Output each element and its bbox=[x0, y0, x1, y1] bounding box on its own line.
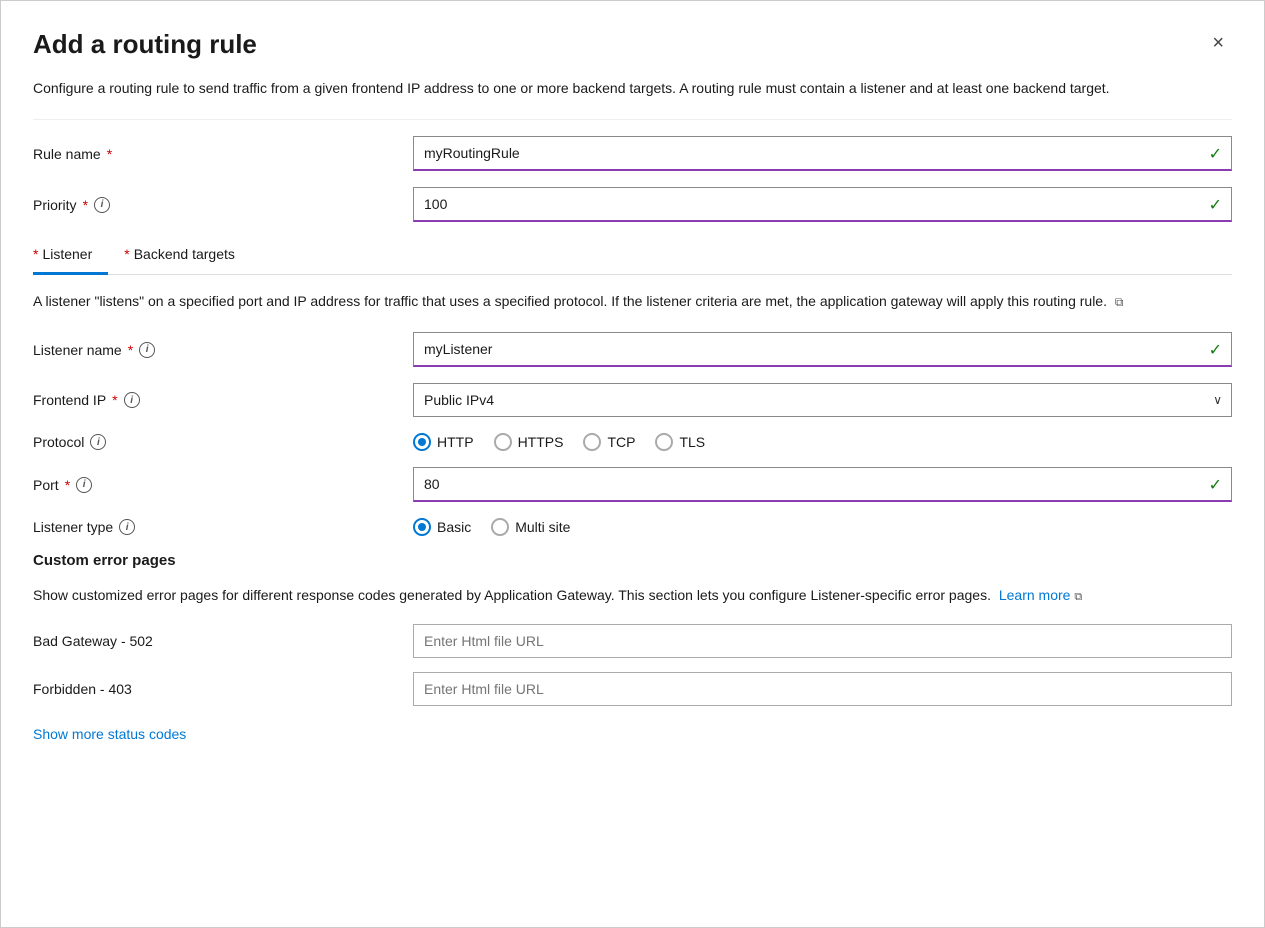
protocol-radio-group: HTTP HTTPS TCP TLS bbox=[413, 433, 1232, 451]
priority-label: Priority * i bbox=[33, 197, 413, 213]
listener-type-label: Listener type i bbox=[33, 519, 413, 535]
frontend-ip-label: Frontend IP * i bbox=[33, 392, 413, 408]
tab-listener[interactable]: * Listener bbox=[33, 238, 108, 275]
custom-error-desc-text: Show customized error pages for differen… bbox=[33, 587, 991, 603]
frontend-ip-row: Frontend IP * i Public IPv4 Private IPv4… bbox=[33, 383, 1232, 417]
custom-error-desc: Show customized error pages for differen… bbox=[33, 579, 1232, 606]
protocol-tls-label: TLS bbox=[679, 434, 705, 450]
priority-row: Priority * i ✓ bbox=[33, 187, 1232, 222]
protocol-info-icon: i bbox=[90, 434, 106, 450]
tab-backend-required: * bbox=[124, 246, 129, 262]
forbidden-row: Forbidden - 403 bbox=[33, 672, 1232, 706]
port-input[interactable] bbox=[413, 467, 1232, 502]
protocol-https-label: HTTPS bbox=[518, 434, 564, 450]
listener-desc-text: A listener "listens" on a specified port… bbox=[33, 293, 1107, 309]
protocol-https-radio[interactable] bbox=[494, 433, 512, 451]
listener-name-label: Listener name * i bbox=[33, 342, 413, 358]
rule-name-label-text: Rule name bbox=[33, 146, 101, 162]
dialog-header: Add a routing rule × bbox=[33, 29, 1232, 60]
forbidden-label: Forbidden - 403 bbox=[33, 681, 413, 697]
protocol-tcp-radio[interactable] bbox=[583, 433, 601, 451]
port-info-icon: i bbox=[76, 477, 92, 493]
custom-error-title: Custom error pages bbox=[33, 552, 1232, 569]
divider-1 bbox=[33, 119, 1232, 120]
learn-more-link[interactable]: Learn more bbox=[999, 585, 1071, 606]
protocol-label: Protocol i bbox=[33, 434, 413, 450]
listener-type-basic-label: Basic bbox=[437, 519, 471, 535]
listener-type-info-icon: i bbox=[119, 519, 135, 535]
protocol-row: Protocol i HTTP HTTPS TCP TLS bbox=[33, 433, 1232, 451]
listener-name-required: * bbox=[128, 342, 133, 358]
frontend-ip-control: Public IPv4 Private IPv4 ∨ bbox=[413, 383, 1232, 417]
priority-check-icon: ✓ bbox=[1209, 195, 1222, 215]
priority-label-text: Priority bbox=[33, 197, 77, 213]
priority-required: * bbox=[83, 197, 88, 213]
protocol-tcp-option[interactable]: TCP bbox=[583, 433, 635, 451]
listener-desc: A listener "listens" on a specified port… bbox=[33, 291, 1232, 312]
listener-name-input[interactable] bbox=[413, 332, 1232, 367]
protocol-label-text: Protocol bbox=[33, 434, 84, 450]
frontend-ip-required: * bbox=[112, 392, 117, 408]
listener-name-control: ✓ bbox=[413, 332, 1232, 367]
listener-type-multisite-radio[interactable] bbox=[491, 518, 509, 536]
protocol-tls-radio[interactable] bbox=[655, 433, 673, 451]
priority-info-icon: i bbox=[94, 197, 110, 213]
tab-listener-label: Listener bbox=[42, 246, 92, 262]
tabs-row: * Listener * Backend targets bbox=[33, 238, 1232, 275]
bad-gateway-label: Bad Gateway - 502 bbox=[33, 633, 413, 649]
custom-error-section: Custom error pages Show customized error… bbox=[33, 552, 1232, 744]
listener-type-multisite-option[interactable]: Multi site bbox=[491, 518, 570, 536]
port-label-text: Port bbox=[33, 477, 59, 493]
intro-text: Configure a routing rule to send traffic… bbox=[33, 78, 1232, 99]
add-routing-rule-dialog: Add a routing rule × Configure a routing… bbox=[0, 0, 1265, 928]
forbidden-input[interactable] bbox=[413, 672, 1232, 706]
frontend-ip-info-icon: i bbox=[124, 392, 140, 408]
rule-name-label: Rule name * bbox=[33, 146, 413, 162]
port-label: Port * i bbox=[33, 477, 413, 493]
rule-name-check-icon: ✓ bbox=[1209, 144, 1222, 164]
show-more-status-codes-link[interactable]: Show more status codes bbox=[33, 726, 186, 742]
listener-name-row: Listener name * i ✓ bbox=[33, 332, 1232, 367]
listener-type-basic-option[interactable]: Basic bbox=[413, 518, 471, 536]
rule-name-required: * bbox=[107, 146, 112, 162]
protocol-http-radio[interactable] bbox=[413, 433, 431, 451]
listener-name-label-text: Listener name bbox=[33, 342, 122, 358]
rule-name-input[interactable] bbox=[413, 136, 1232, 171]
protocol-http-option[interactable]: HTTP bbox=[413, 433, 474, 451]
listener-name-info-icon: i bbox=[139, 342, 155, 358]
tab-backend-label: Backend targets bbox=[134, 246, 235, 262]
port-control: ✓ bbox=[413, 467, 1232, 502]
learn-more-ext-icon: ⧉ bbox=[1074, 591, 1082, 603]
bad-gateway-input[interactable] bbox=[413, 624, 1232, 658]
protocol-tls-option[interactable]: TLS bbox=[655, 433, 705, 451]
tab-backend-targets[interactable]: * Backend targets bbox=[124, 238, 251, 275]
rule-name-control: ✓ bbox=[413, 136, 1232, 171]
rule-name-row: Rule name * ✓ bbox=[33, 136, 1232, 171]
dialog-title: Add a routing rule bbox=[33, 29, 257, 60]
listener-type-basic-radio[interactable] bbox=[413, 518, 431, 536]
protocol-tcp-label: TCP bbox=[607, 434, 635, 450]
listener-type-row: Listener type i Basic Multi site bbox=[33, 518, 1232, 536]
tab-listener-required: * bbox=[33, 246, 38, 262]
listener-name-check-icon: ✓ bbox=[1209, 340, 1222, 360]
listener-desc-ext-icon: ⧉ bbox=[1115, 295, 1124, 309]
protocol-https-option[interactable]: HTTPS bbox=[494, 433, 564, 451]
frontend-ip-select[interactable]: Public IPv4 Private IPv4 bbox=[413, 383, 1232, 417]
listener-type-label-text: Listener type bbox=[33, 519, 113, 535]
bad-gateway-row: Bad Gateway - 502 bbox=[33, 624, 1232, 658]
port-required: * bbox=[65, 477, 70, 493]
port-row: Port * i ✓ bbox=[33, 467, 1232, 502]
frontend-ip-label-text: Frontend IP bbox=[33, 392, 106, 408]
priority-control: ✓ bbox=[413, 187, 1232, 222]
close-button[interactable]: × bbox=[1204, 29, 1232, 57]
port-check-icon: ✓ bbox=[1209, 475, 1222, 495]
listener-type-multisite-label: Multi site bbox=[515, 519, 570, 535]
priority-input[interactable] bbox=[413, 187, 1232, 222]
protocol-http-label: HTTP bbox=[437, 434, 474, 450]
listener-type-radio-group: Basic Multi site bbox=[413, 518, 1232, 536]
